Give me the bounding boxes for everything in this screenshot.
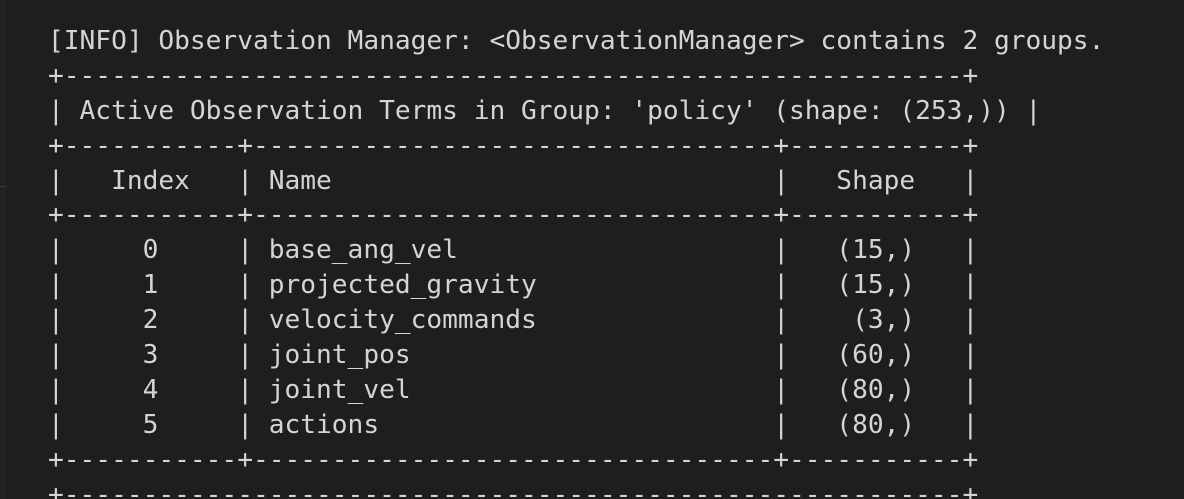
table-row: | 5 | actions | (80,) | [48,409,979,440]
terminal-output[interactable]: [INFO] Observation Manager: <Observation… [48,24,1104,499]
table-header-row: | Index | Name | Shape | [48,165,979,196]
table-border-separator: +-----------+---------------------------… [48,130,979,161]
table-border-top: +---------------------------------------… [48,60,979,91]
table-title-row: | Active Observation Terms in Group: 'po… [48,95,1042,126]
table-border-separator: +-----------+---------------------------… [48,200,979,231]
next-table-border-top: +---------------------------------------… [48,479,979,499]
table-row: | 4 | joint_vel | (80,) | [48,374,979,405]
terminal-window[interactable]: [INFO] Observation Manager: <Observation… [0,0,1184,499]
editor-gutter-edge [0,0,6,499]
table-border-bottom: +-----------+---------------------------… [48,444,979,475]
table-row: | 0 | base_ang_vel | (15,) | [48,235,979,266]
gutter-divider [0,186,6,187]
table-row: | 3 | joint_pos | (60,) | [48,340,979,371]
table-row: | 2 | velocity_commands | (3,) | [48,305,979,336]
table-row: | 1 | projected_gravity | (15,) | [48,270,979,301]
info-log-line: [INFO] Observation Manager: <Observation… [48,26,1105,56]
